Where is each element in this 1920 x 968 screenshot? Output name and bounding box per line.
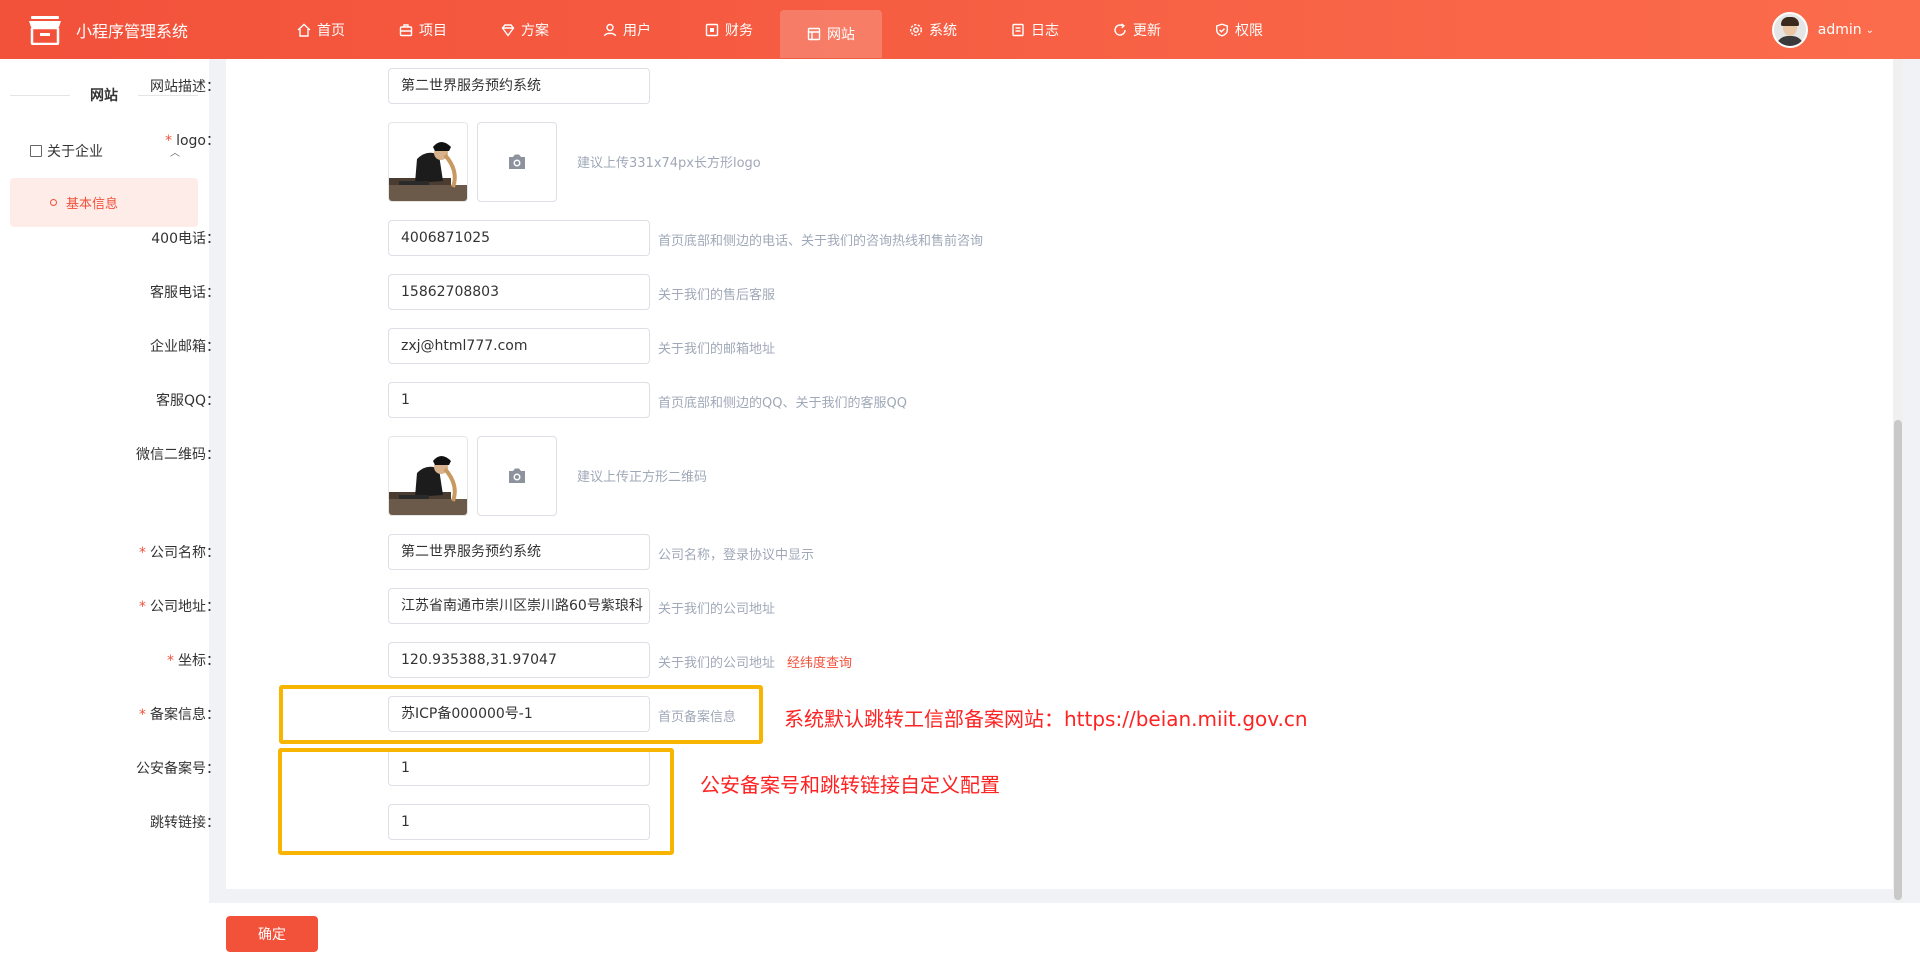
nav-label: 项目 (419, 22, 447, 39)
nav-label: 网站 (827, 27, 855, 43)
nav-log[interactable]: 日志 (984, 0, 1086, 59)
nav-permission[interactable]: 权限 (1188, 0, 1290, 59)
field-label: 客服电话： (150, 285, 220, 301)
logo-photo-image (389, 123, 467, 201)
website-icon (807, 27, 821, 41)
nav-label: 更新 (1133, 22, 1161, 39)
field-hint: 关于我们的邮箱地址 (658, 342, 776, 357)
form-row-site-desc: 网站描述： 第二世界服务预约系统 (0, 68, 1600, 104)
field-hint: 关于我们的公司地址 经纬度查询 (658, 656, 853, 671)
wechat-qr-hint: 建议上传正方形二维码 (577, 470, 708, 485)
company-name-input[interactable]: 第二世界服务预约系统 (388, 534, 650, 570)
user-menu[interactable]: admin ⌄ (1771, 12, 1874, 48)
field-label: 客服QQ： (155, 393, 220, 409)
site-desc-input[interactable]: 第二世界服务预约系统 (388, 68, 650, 104)
form-row-company-address: * 公司地址： 江苏省南通市崇川区崇川路60号紫琅科 关于我们的公司地址 (0, 588, 1600, 624)
field-label: 网站描述： (150, 79, 220, 95)
nav-home[interactable]: 首页 (270, 0, 372, 59)
camera-icon (509, 154, 525, 169)
field-label: * logo： (165, 133, 220, 149)
logo-hint: 建议上传331x74px长方形logo (577, 156, 761, 171)
annotation-icp-note: 系统默认跳转工信部备案网站：https://beian.miit.gov.cn (784, 707, 1308, 731)
form-row-jump-link: 跳转链接： 1 (0, 804, 1600, 840)
nav-user[interactable]: 用户 (576, 0, 678, 59)
nav-plan[interactable]: 方案 (474, 0, 576, 59)
field-label: * 坐标： (167, 653, 220, 669)
top-navbar: 小程序管理系统 首页 项目 方案 用户 财务 网站 系统 日志 更新 权限 ad… (0, 0, 1920, 59)
nav-system[interactable]: 系统 (882, 0, 984, 59)
wechat-qr-upload-button[interactable] (477, 436, 557, 516)
home-icon (297, 23, 311, 37)
main-nav: 首页 项目 方案 用户 财务 网站 系统 日志 更新 权限 (270, 0, 1290, 59)
nav-website[interactable]: 网站 (780, 10, 882, 58)
nav-label: 方案 (521, 22, 549, 39)
logo-image-thumbnail[interactable] (388, 122, 468, 202)
user-icon (603, 23, 617, 36)
highlight-box-icp (279, 685, 763, 744)
highlight-box-police (278, 748, 674, 855)
nav-update[interactable]: 更新 (1086, 0, 1188, 59)
camera-icon (509, 468, 525, 483)
chevron-down-icon: ⌄ (1865, 24, 1874, 36)
phone400-input[interactable]: 4006871025 (388, 220, 650, 256)
form-row-service-phone: 客服电话： 15862708803 关于我们的售后客服 (0, 274, 1600, 310)
form-row-wechat-qr: 微信二维码： 建议上传正方形二维码 (0, 436, 1600, 516)
field-label: * 公司名称： (139, 545, 220, 561)
log-icon (1012, 23, 1024, 36)
nav-project[interactable]: 项目 (372, 0, 474, 59)
field-label: 400电话： (151, 231, 220, 247)
field-label: 公安备案号： (136, 761, 220, 777)
form-row-400-phone: 400电话： 4006871025 首页底部和侧边的电话、关于我们的咨询热线和售… (0, 220, 1600, 256)
nav-label: 系统 (929, 22, 957, 39)
form-row-email: 企业邮箱： zxj@html777.com 关于我们的邮箱地址 (0, 328, 1600, 364)
refresh-icon (1114, 22, 1126, 36)
wechat-qr-photo-image (389, 437, 467, 515)
field-hint: 首页底部和侧边的电话、关于我们的咨询热线和售前咨询 (658, 234, 984, 249)
confirm-button[interactable]: 确定 (226, 916, 318, 952)
app-title: 小程序管理系统 (76, 22, 189, 41)
finance-icon (705, 23, 719, 36)
logo-upload-button[interactable] (477, 122, 557, 202)
avatar (1771, 12, 1808, 48)
field-label: * 备案信息： (139, 707, 220, 723)
field-label: * 公司地址： (139, 599, 220, 615)
latlng-lookup-link[interactable]: 经纬度查询 (787, 656, 852, 671)
shield-icon (1216, 22, 1228, 37)
bottom-action-bar (209, 903, 1920, 968)
service-phone-input[interactable]: 15862708803 (388, 274, 650, 310)
form-row-coords: * 坐标： 120.935388,31.97047 关于我们的公司地址 经纬度查询 (0, 642, 1600, 678)
form-row-logo: * logo： 建议上传331x74px长方形logo (0, 122, 1600, 202)
nav-label: 财务 (725, 22, 753, 39)
field-label: 跳转链接： (150, 815, 220, 831)
nav-label: 用户 (623, 22, 651, 39)
coords-input[interactable]: 120.935388,31.97047 (388, 642, 650, 678)
nav-label: 首页 (317, 22, 345, 39)
company-address-input[interactable]: 江苏省南通市崇川区崇川路60号紫琅科 (388, 588, 650, 624)
email-input[interactable]: zxj@html777.com (388, 328, 650, 364)
form-row-qq: 客服QQ： 1 首页底部和侧边的QQ、关于我们的客服QQ (0, 382, 1600, 418)
field-hint: 关于我们的公司地址 (658, 602, 776, 617)
store-logo-icon (29, 16, 61, 45)
briefcase-icon (399, 23, 413, 36)
brand[interactable]: 小程序管理系统 (28, 14, 188, 46)
nav-finance[interactable]: 财务 (678, 0, 780, 59)
field-label: 企业邮箱： (150, 339, 220, 355)
diamond-icon (501, 23, 515, 37)
scrollbar-thumb[interactable] (1894, 420, 1902, 900)
gear-icon (909, 23, 923, 36)
annotation-police-note: 公安备案号和跳转链接自定义配置 (700, 773, 1000, 797)
nav-label: 日志 (1031, 22, 1059, 39)
nav-label: 权限 (1235, 22, 1263, 39)
wechat-qr-thumbnail[interactable] (388, 436, 468, 516)
qq-input[interactable]: 1 (388, 382, 650, 418)
user-name: admin (1817, 22, 1862, 38)
form-row-company-name: * 公司名称： 第二世界服务预约系统 公司名称，登录协议中显示 (0, 534, 1600, 570)
field-hint: 公司名称，登录协议中显示 (658, 548, 815, 563)
field-label: 微信二维码： (136, 447, 220, 463)
field-hint: 关于我们的售后客服 (658, 288, 776, 303)
field-hint: 首页底部和侧边的QQ、关于我们的客服QQ (658, 396, 907, 411)
